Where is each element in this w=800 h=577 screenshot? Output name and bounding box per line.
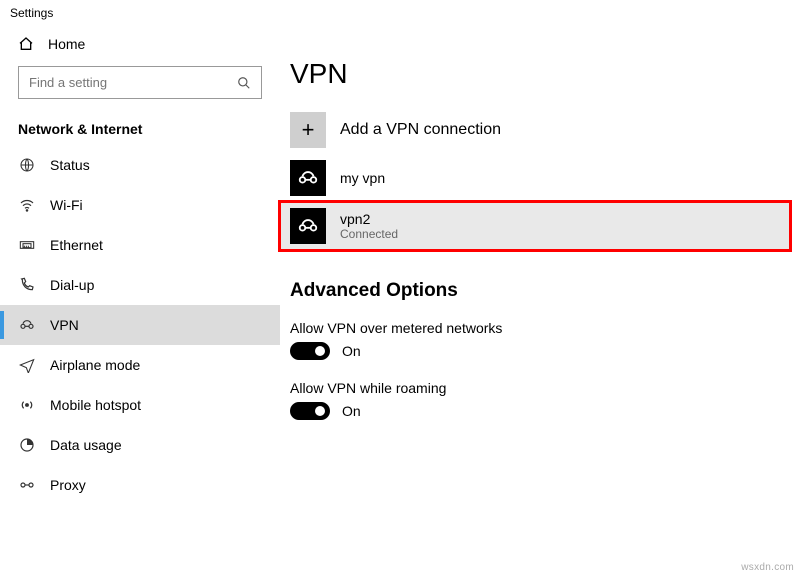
- sidebar: Home Network & Internet Status Wi-Fi: [0, 26, 280, 577]
- vpn-tile-icon: [290, 160, 326, 196]
- data-usage-icon: [18, 437, 36, 453]
- wifi-icon: [18, 197, 36, 213]
- nav-wifi[interactable]: Wi-Fi: [0, 185, 280, 225]
- vpn-tile-icon: [290, 208, 326, 244]
- nav-airplane-label: Airplane mode: [50, 357, 140, 373]
- nav-dialup-label: Dial-up: [50, 277, 94, 293]
- option-roaming-label: Allow VPN while roaming: [280, 370, 790, 402]
- option-metered-label: Allow VPN over metered networks: [280, 310, 790, 342]
- ethernet-icon: [18, 237, 36, 253]
- search-icon: [227, 76, 261, 90]
- nav-hotspot-label: Mobile hotspot: [50, 397, 141, 413]
- vpn-item-name: vpn2: [340, 211, 398, 227]
- search-input[interactable]: [19, 67, 227, 98]
- vpn-item-status: Connected: [340, 227, 398, 241]
- nav-wifi-label: Wi-Fi: [50, 197, 83, 213]
- add-vpn-label: Add a VPN connection: [340, 121, 501, 139]
- proxy-icon: [18, 477, 36, 493]
- vpn-icon: [18, 317, 36, 333]
- plus-icon: +: [290, 112, 326, 148]
- vpn-item[interactable]: vpn2 Connected: [280, 202, 790, 250]
- toggle-metered[interactable]: [290, 342, 330, 360]
- nav-hotspot[interactable]: Mobile hotspot: [0, 385, 280, 425]
- nav-home[interactable]: Home: [0, 26, 280, 62]
- globe-icon: [18, 157, 36, 173]
- nav-datausage[interactable]: Data usage: [0, 425, 280, 465]
- toggle-roaming-state: On: [342, 403, 361, 419]
- nav-ethernet-label: Ethernet: [50, 237, 103, 253]
- nav-airplane[interactable]: Airplane mode: [0, 345, 280, 385]
- nav-dialup[interactable]: Dial-up: [0, 265, 280, 305]
- vpn-item[interactable]: my vpn: [280, 154, 790, 202]
- nav-status[interactable]: Status: [0, 145, 280, 185]
- nav-vpn[interactable]: VPN: [0, 305, 280, 345]
- toggle-roaming[interactable]: [290, 402, 330, 420]
- nav-datausage-label: Data usage: [50, 437, 122, 453]
- nav-proxy[interactable]: Proxy: [0, 465, 280, 505]
- main-content: VPN + Add a VPN connection my vpn vpn2 C…: [280, 26, 800, 577]
- nav-proxy-label: Proxy: [50, 477, 86, 493]
- section-title: Network & Internet: [0, 109, 280, 145]
- nav-status-label: Status: [50, 157, 90, 173]
- watermark: wsxdn.com: [741, 562, 794, 573]
- advanced-options-title: Advanced Options: [280, 250, 790, 310]
- toggle-metered-state: On: [342, 343, 361, 359]
- nav-ethernet[interactable]: Ethernet: [0, 225, 280, 265]
- search-input-wrap[interactable]: [18, 66, 262, 99]
- phone-icon: [18, 277, 36, 293]
- vpn-item-name: my vpn: [340, 170, 385, 186]
- nav-vpn-label: VPN: [50, 317, 79, 333]
- hotspot-icon: [18, 397, 36, 413]
- nav-home-label: Home: [48, 36, 85, 52]
- airplane-icon: [18, 357, 36, 373]
- window-title: Settings: [0, 0, 800, 26]
- add-vpn-row[interactable]: + Add a VPN connection: [280, 106, 790, 154]
- home-icon: [18, 36, 34, 52]
- page-title: VPN: [280, 36, 790, 106]
